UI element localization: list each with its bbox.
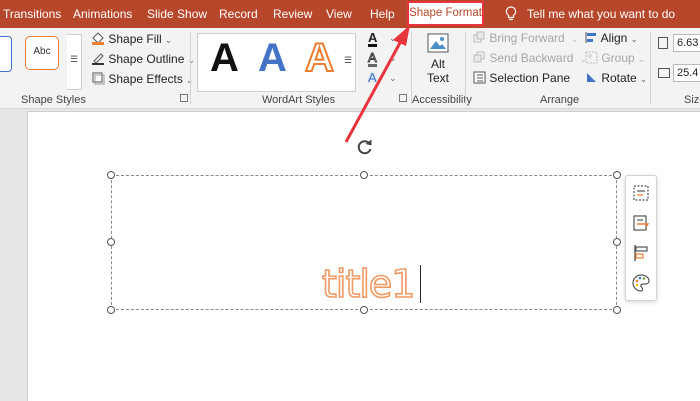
align-icon — [585, 32, 596, 43]
group-icon — [585, 51, 598, 64]
tab-shape-format[interactable]: Shape Format — [407, 1, 484, 26]
wordart-gallery: A A A — [197, 33, 342, 92]
arrange-group-label: Arrange — [540, 94, 580, 106]
tell-me-label: Tell me what you want to do — [527, 7, 676, 21]
shape-height-icon — [658, 37, 668, 49]
text-effects-icon: A — [368, 70, 377, 85]
resize-handle-top-left[interactable] — [107, 171, 115, 179]
wordart-dialog-launcher[interactable] — [399, 94, 407, 102]
ribbon: Abc ☰ Shape Fill ⌄ Shape Outline ⌄ Shape E… — [0, 28, 700, 109]
tab-review[interactable]: Review — [273, 0, 312, 28]
text-cursor — [419, 265, 422, 303]
rotate-button[interactable]: Rotate ⌄ — [585, 71, 647, 85]
send-backward-icon — [473, 51, 485, 63]
group-button[interactable]: Group ⌄ — [585, 51, 645, 65]
shape-width-icon — [658, 68, 670, 78]
tab-slide-show[interactable]: Slide Show — [147, 0, 207, 28]
bring-forward-label: Bring Forward — [489, 31, 565, 45]
text-fill-button[interactable]: A ⌄ — [368, 31, 398, 49]
shape-style-preset[interactable]: Abc — [25, 36, 59, 70]
wordart-styles-group-label: WordArt Styles — [262, 94, 336, 106]
text-fill-icon: A — [368, 30, 378, 47]
group-separator — [465, 32, 466, 104]
shape-effects-label: Shape Effects — [108, 72, 183, 86]
shape-styles-more-button[interactable]: ☰ — [67, 34, 82, 90]
paint-bucket-icon — [92, 32, 104, 45]
wordart-style-black[interactable]: A — [210, 36, 239, 81]
wordart-more-button[interactable]: ☰ — [341, 33, 356, 92]
more-icon: ☰ — [344, 55, 353, 65]
align-label: Align — [600, 31, 628, 45]
group-separator — [650, 32, 651, 104]
send-backward-button[interactable]: Send Backward ⌄ — [473, 51, 587, 65]
shape-effects-icon — [92, 72, 105, 85]
shape-width-field[interactable]: 25.4 — [673, 64, 700, 82]
text-wrap-icon[interactable] — [631, 213, 651, 233]
resize-handle-bottom-right[interactable] — [613, 306, 621, 314]
align-objects-icon[interactable] — [631, 243, 651, 263]
shape-styles-dialog-launcher[interactable] — [180, 94, 188, 102]
resize-handle-bottom-left[interactable] — [107, 306, 115, 314]
group-label: Group — [601, 51, 635, 65]
shape-fill-button[interactable]: Shape Fill ⌄ — [91, 31, 172, 46]
alt-text-button[interactable]: Alt Text — [420, 32, 456, 90]
bring-forward-icon — [473, 31, 485, 43]
rotate-icon — [587, 73, 596, 82]
shape-height-value: 6.63 — [677, 37, 699, 49]
group-separator — [190, 32, 191, 104]
resize-handle-top-middle[interactable] — [360, 171, 368, 179]
shape-width-value: 25.4 — [677, 67, 699, 79]
shape-effects-button[interactable]: Shape Effects⌄ — [91, 71, 193, 86]
palette-icon[interactable] — [631, 273, 651, 293]
selection-pane-button[interactable]: Selection Pane — [473, 71, 570, 85]
tab-record[interactable]: Record — [219, 0, 258, 28]
shape-outline-button[interactable]: Shape Outline ⌄ — [91, 51, 195, 66]
text-outline-button[interactable]: A ⌄ — [368, 51, 398, 69]
accessibility-group-label: Accessibility — [412, 94, 472, 106]
resize-handle-bottom-middle[interactable] — [360, 306, 368, 314]
alt-text-icon — [427, 33, 449, 53]
tab-help[interactable]: Help — [370, 0, 395, 28]
resize-handle-top-right[interactable] — [613, 171, 621, 179]
align-button[interactable]: Align ⌄ — [585, 31, 638, 45]
send-backward-label: Send Backward — [489, 51, 574, 65]
layout-options-icon[interactable] — [631, 183, 651, 203]
bring-forward-button[interactable]: Bring Forward ⌄ — [473, 31, 578, 45]
more-icon: ☰ — [70, 54, 79, 64]
ribbon-tab-bar: Transitions Animations Slide Show Record… — [0, 0, 700, 28]
rotate-handle-icon[interactable] — [355, 137, 375, 157]
shape-style-preset-label: Abc — [33, 46, 51, 57]
wordart-style-blue[interactable]: A — [258, 36, 287, 81]
shape-height-field[interactable]: 6.63 — [673, 34, 700, 52]
selection-pane-label: Selection Pane — [489, 71, 571, 85]
resize-handle-middle-left[interactable] — [107, 238, 115, 246]
shape-fill-label: Shape Fill — [108, 32, 162, 46]
alt-text-label-2: Text — [426, 71, 449, 85]
shape-outline-label: Shape Outline — [108, 52, 185, 66]
lightbulb-icon — [505, 6, 517, 21]
title-text-wrap: title1 — [321, 261, 422, 307]
floating-shape-toolbar — [625, 175, 657, 301]
text-outline-icon: A — [368, 50, 377, 67]
text-effects-button[interactable]: A ⌄ — [368, 71, 398, 89]
title-text[interactable]: title1 — [321, 261, 416, 307]
tab-view[interactable]: View — [326, 0, 352, 28]
alt-text-label-1: Alt — [430, 57, 445, 71]
tab-transitions[interactable]: Transitions — [3, 0, 61, 28]
title-textbox[interactable]: title1 — [111, 175, 617, 310]
wordart-style-orange-outline[interactable]: A — [304, 35, 335, 81]
shape-styles-group-label: Shape Styles — [21, 94, 86, 106]
selection-pane-icon — [473, 71, 486, 84]
size-group-label: Size — [684, 94, 700, 106]
rotate-label: Rotate — [601, 71, 637, 85]
pencil-icon — [92, 53, 104, 65]
resize-handle-middle-right[interactable] — [613, 238, 621, 246]
tab-animations[interactable]: Animations — [73, 0, 132, 28]
shape-style-preset-blue[interactable] — [0, 36, 12, 72]
